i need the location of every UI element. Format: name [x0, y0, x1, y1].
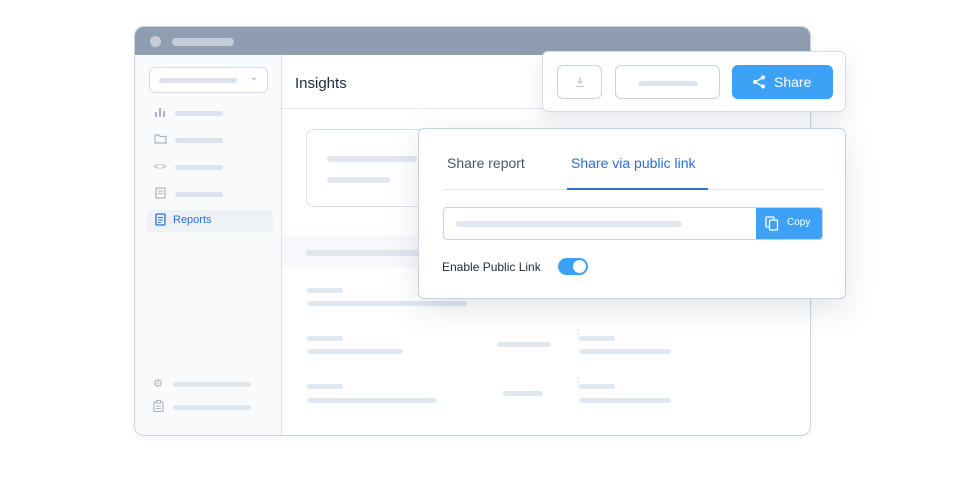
download-button[interactable]	[557, 65, 602, 99]
table-header-placeholder	[306, 250, 421, 256]
active-tab-indicator	[567, 188, 708, 190]
secondary-button-placeholder	[638, 81, 698, 86]
sidebar-item-analytics[interactable]	[147, 103, 273, 125]
summary-card	[306, 129, 436, 207]
card-placeholder	[327, 177, 390, 183]
row-placeholder	[307, 384, 343, 389]
sidebar-item-placeholder	[175, 111, 223, 116]
row-placeholder	[579, 349, 671, 354]
page-title: Insights	[295, 75, 347, 92]
workspace-select[interactable]: ⌄	[149, 67, 268, 93]
public-link-placeholder	[456, 221, 682, 227]
public-link-field[interactable]: Copy	[443, 207, 823, 240]
gear-icon[interactable]: ⚙	[153, 377, 163, 390]
bar-chart-icon	[153, 106, 167, 120]
row-placeholder	[503, 391, 543, 396]
sidebar: ⌄ <> Reports ⚙	[135, 55, 282, 435]
sidebar-item-placeholder	[175, 165, 223, 170]
row-placeholder	[579, 384, 615, 389]
share-dialog: Share report Share via public link Copy …	[418, 128, 846, 299]
sidebar-item-placeholder	[175, 192, 223, 197]
share-button-label: Share	[774, 74, 812, 90]
copy-button[interactable]: Copy	[756, 208, 822, 239]
settings-placeholder	[173, 382, 251, 387]
copy-icon	[765, 216, 779, 231]
sidebar-item-label: Reports	[173, 214, 212, 226]
toggle-knob	[573, 260, 586, 273]
enable-public-link-label: Enable Public Link	[442, 260, 541, 274]
secondary-button[interactable]	[615, 65, 720, 99]
documents-icon	[153, 187, 167, 201]
share-toolbar: Share	[542, 51, 846, 112]
tab-share-report[interactable]: Share report	[447, 155, 525, 171]
window-title-placeholder	[172, 38, 234, 46]
share-button[interactable]: Share	[732, 65, 833, 99]
sidebar-item-reports[interactable]: Reports	[147, 210, 273, 232]
sidebar-item-folders[interactable]	[147, 130, 273, 152]
share-icon	[753, 75, 765, 89]
clipboard-icon[interactable]	[153, 400, 164, 415]
sidebar-item-placeholder	[175, 138, 223, 143]
report-icon	[153, 213, 167, 227]
row-placeholder	[307, 398, 437, 403]
chevron-down-icon: ⌄	[249, 72, 258, 83]
row-placeholder	[579, 336, 615, 341]
row-placeholder	[307, 301, 467, 306]
code-icon: <>	[153, 161, 167, 173]
row-placeholder	[307, 336, 343, 341]
row-placeholder	[579, 398, 671, 403]
more-icon[interactable]: ⋮	[573, 330, 583, 340]
tab-share-public-link[interactable]: Share via public link	[571, 155, 696, 171]
more-icon[interactable]: ⋮	[573, 378, 583, 388]
sidebar-item-code[interactable]: <>	[147, 157, 273, 179]
folder-icon	[153, 133, 167, 147]
window-dot	[150, 36, 161, 47]
copy-button-label: Copy	[787, 217, 811, 228]
row-placeholder	[497, 342, 551, 347]
download-icon	[576, 77, 584, 88]
sidebar-item-documents[interactable]	[147, 184, 273, 206]
card-placeholder	[327, 156, 417, 162]
row-placeholder	[307, 349, 403, 354]
workspace-select-placeholder	[159, 78, 237, 83]
docs-placeholder	[173, 405, 251, 410]
enable-public-link-toggle[interactable]	[558, 258, 588, 275]
row-placeholder	[307, 288, 343, 293]
